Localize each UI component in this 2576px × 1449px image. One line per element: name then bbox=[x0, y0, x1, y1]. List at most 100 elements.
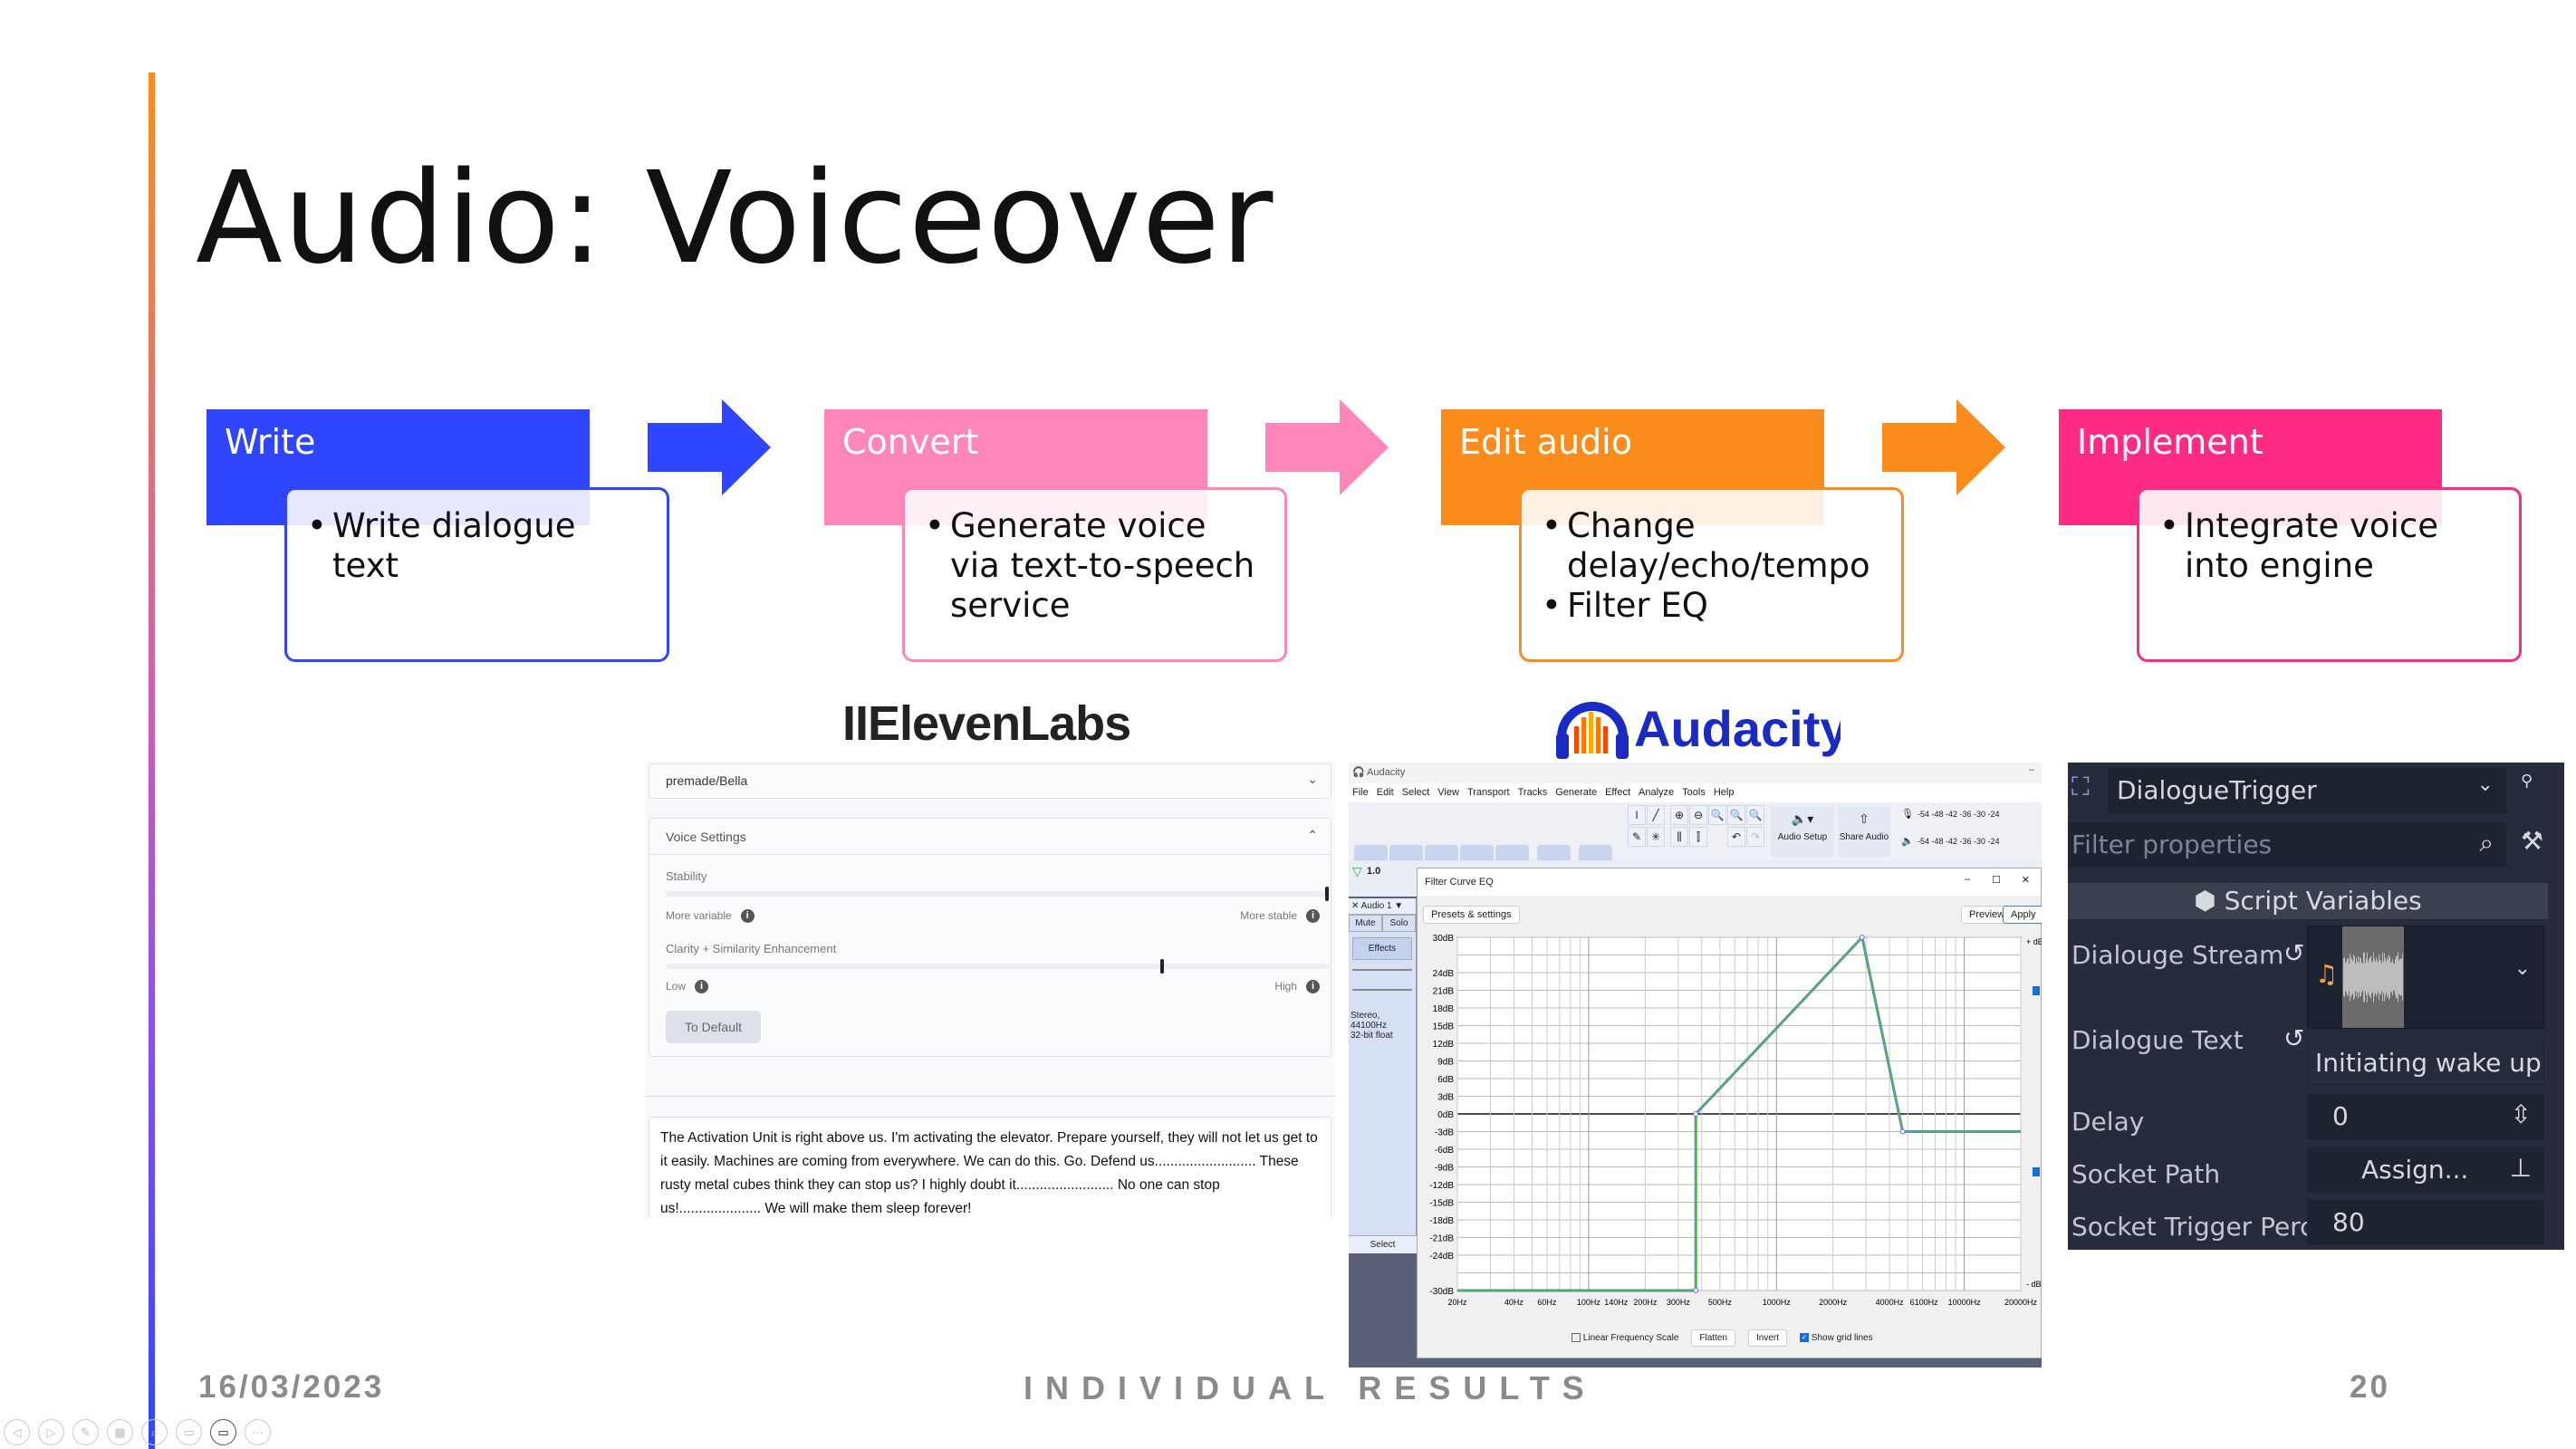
revert-icon[interactable]: ↺ bbox=[2283, 938, 2304, 968]
db-tick-label: 9dB bbox=[1437, 1058, 1454, 1068]
effects-button[interactable]: Effects bbox=[1352, 937, 1412, 960]
pen-icon[interactable]: ✎ bbox=[72, 1419, 99, 1445]
menu-item-transport[interactable]: Transport bbox=[1467, 787, 1510, 799]
draw-tool-icon[interactable]: ✎ bbox=[1628, 827, 1646, 847]
socket-path-button[interactable]: Assign... ⊥ bbox=[2307, 1147, 2544, 1193]
socket-trigger-field[interactable]: 80 bbox=[2307, 1200, 2544, 1245]
info-icon[interactable]: i bbox=[695, 980, 709, 994]
node-selector[interactable]: DialogueTrigger ⌄ bbox=[2108, 768, 2506, 813]
slides-grid-icon[interactable]: ▦ bbox=[107, 1419, 133, 1445]
menu-item-edit[interactable]: Edit bbox=[1377, 787, 1394, 799]
solo-button[interactable]: Solo bbox=[1382, 915, 1416, 932]
share-audio-button[interactable]: ⇧ Share Audio bbox=[1838, 806, 1890, 857]
clarity-slider[interactable] bbox=[666, 959, 1329, 974]
close-button[interactable]: ✕ bbox=[2022, 874, 2030, 886]
info-icon[interactable]: i bbox=[1306, 909, 1320, 924]
minus-db-label: - dB bbox=[2026, 1280, 2042, 1289]
db-tick-label: -21dB bbox=[1429, 1234, 1454, 1244]
field-value: 80 bbox=[2332, 1207, 2365, 1237]
multi-tool-icon[interactable]: ✳ bbox=[1647, 827, 1665, 847]
stability-label: Stability bbox=[666, 869, 707, 883]
gain-slider[interactable] bbox=[1352, 969, 1412, 971]
to-default-button[interactable]: To Default bbox=[666, 1011, 761, 1043]
info-icon[interactable]: i bbox=[740, 909, 755, 924]
pan-slider[interactable] bbox=[1352, 989, 1412, 991]
selection-tool-icon[interactable]: I bbox=[1628, 805, 1646, 825]
info-icon[interactable]: i bbox=[1306, 980, 1320, 994]
voice-dropdown[interactable]: premade/Bella ⌄ bbox=[649, 763, 1331, 799]
revert-icon[interactable]: ↺ bbox=[2283, 1023, 2304, 1053]
slider-thumb[interactable] bbox=[1325, 887, 1329, 901]
trim-icon[interactable]: ⫼ bbox=[1670, 827, 1688, 847]
speaker-icon: 🔈 bbox=[1901, 836, 1914, 847]
presets-button[interactable]: Presets & settings bbox=[1423, 906, 1520, 924]
filter-curve-eq-dialog: Filter Curve EQ – ☐ ✕ Presets & settings… bbox=[1417, 868, 2042, 1358]
speaker-icon: 🔈▾ bbox=[1791, 811, 1814, 826]
next-slide-icon[interactable]: ▷ bbox=[38, 1419, 64, 1445]
menu-item-tracks[interactable]: Tracks bbox=[1518, 787, 1548, 799]
zoom-toggle-icon[interactable]: 🔍 bbox=[1746, 805, 1764, 825]
minimize-button[interactable]: – bbox=[2029, 764, 2034, 775]
show-grid-checkbox[interactable]: ✓ Show grid lines bbox=[1800, 1333, 1873, 1343]
subtitles-icon[interactable]: ▭ bbox=[176, 1419, 202, 1445]
undo-icon[interactable]: ↶ bbox=[1727, 827, 1745, 847]
stability-slider[interactable] bbox=[666, 887, 1329, 901]
menu-item-effect[interactable]: Effect bbox=[1605, 787, 1630, 799]
more-stable-label: More stable bbox=[1240, 909, 1297, 922]
menu-item-view[interactable]: View bbox=[1437, 787, 1459, 799]
tools-icon[interactable]: ⚒ bbox=[2521, 826, 2543, 856]
select-button[interactable]: Select bbox=[1349, 1235, 1417, 1253]
menu-item-generate[interactable]: Generate bbox=[1555, 787, 1597, 799]
delay-spinbox[interactable]: 0 ⇳ bbox=[2307, 1094, 2544, 1139]
invert-button[interactable]: Invert bbox=[1747, 1329, 1787, 1347]
window-title: Audacity bbox=[1367, 767, 1406, 778]
zoom-in-icon[interactable]: ⊕ bbox=[1670, 805, 1688, 825]
bullet: Integrate voice into engine bbox=[2159, 506, 2499, 586]
menu-item-file[interactable]: File bbox=[1352, 787, 1369, 799]
freq-tick-label: 6100Hz bbox=[1910, 1298, 1939, 1307]
envelope-tool-icon[interactable]: ╱ bbox=[1647, 805, 1665, 825]
script-variables-header[interactable]: ⬢ Script Variables bbox=[2068, 883, 2548, 919]
filter-properties-input[interactable]: Filter properties ⌕ bbox=[2068, 822, 2506, 868]
clear-icon[interactable]: ⊥ bbox=[2510, 1153, 2532, 1183]
text-input[interactable]: The Activation Unit is right above us. I… bbox=[649, 1117, 1331, 1218]
apply-button[interactable]: Apply bbox=[2003, 906, 2042, 924]
flatten-button[interactable]: Flatten bbox=[1691, 1329, 1735, 1347]
menu-item-tools[interactable]: Tools bbox=[1682, 787, 1706, 799]
silence-icon[interactable]: ⫿ bbox=[1689, 827, 1707, 847]
audio-setup-button[interactable]: 🔈▾ Audio Setup bbox=[1771, 806, 1834, 857]
camera-icon[interactable]: ▭ bbox=[210, 1419, 236, 1445]
mute-button[interactable]: Mute bbox=[1349, 915, 1382, 932]
previous-slide-icon[interactable]: ◁ bbox=[4, 1419, 30, 1445]
zoom-icon[interactable]: ⌕ bbox=[141, 1419, 168, 1445]
playback-meter[interactable]: -54 -48 -42 -36 -30 -24 bbox=[1918, 837, 2000, 846]
menu-item-select[interactable]: Select bbox=[1402, 787, 1430, 799]
more-options-icon[interactable]: ··· bbox=[245, 1419, 271, 1445]
zoom-selection-icon[interactable]: 🔍 bbox=[1708, 805, 1726, 825]
redo-icon[interactable]: ↷ bbox=[1746, 827, 1764, 847]
zoom-out-icon[interactable]: ⊖ bbox=[1689, 805, 1707, 825]
menu-item-analyze[interactable]: Analyze bbox=[1639, 787, 1674, 799]
dialogue-text-field[interactable]: Initiating wake up bbox=[2307, 1040, 2544, 1085]
doc-icon[interactable]: ⚲ bbox=[2521, 772, 2533, 791]
minimize-button[interactable]: – bbox=[1965, 874, 1970, 885]
maximize-button[interactable]: ☐ bbox=[1992, 874, 2001, 886]
zoom-fit-icon[interactable]: 🔍 bbox=[1727, 805, 1745, 825]
menu-item-help[interactable]: Help bbox=[1714, 787, 1735, 799]
title-bar: 🎧 Audacity – bbox=[1349, 763, 2042, 783]
track-name-button[interactable]: ✕ Audio 1 ▼ bbox=[1349, 898, 1416, 915]
step-body-implement: Integrate voice into engine bbox=[2137, 487, 2522, 662]
divider bbox=[645, 1096, 1335, 1097]
clarity-label: Clarity + Similarity Enhancement bbox=[666, 942, 837, 955]
slider-thumb[interactable] bbox=[1160, 959, 1164, 974]
eq-graph[interactable]: 30dB 24dB 21dB 18dB 15dB 12dB 9dB 6dB 3dB 0dB -3dB… bbox=[1414, 932, 2042, 1312]
more-variable-label: More variable bbox=[666, 909, 732, 922]
spinner-arrows-icon[interactable]: ⇳ bbox=[2511, 1099, 2532, 1129]
linear-scale-checkbox[interactable]: Linear Frequency Scale bbox=[1572, 1333, 1678, 1343]
field-value: Assign... bbox=[2361, 1155, 2469, 1185]
audio-stream-field[interactable]: ♫ ⌄ bbox=[2307, 926, 2544, 1029]
voice-settings-header[interactable]: Voice Settings ⌃ bbox=[649, 819, 1331, 855]
voice-settings-title: Voice Settings bbox=[666, 830, 746, 844]
bullet: Write dialogue text bbox=[307, 506, 647, 586]
record-meter[interactable]: -54 -48 -42 -36 -30 -24 bbox=[1918, 810, 2000, 819]
